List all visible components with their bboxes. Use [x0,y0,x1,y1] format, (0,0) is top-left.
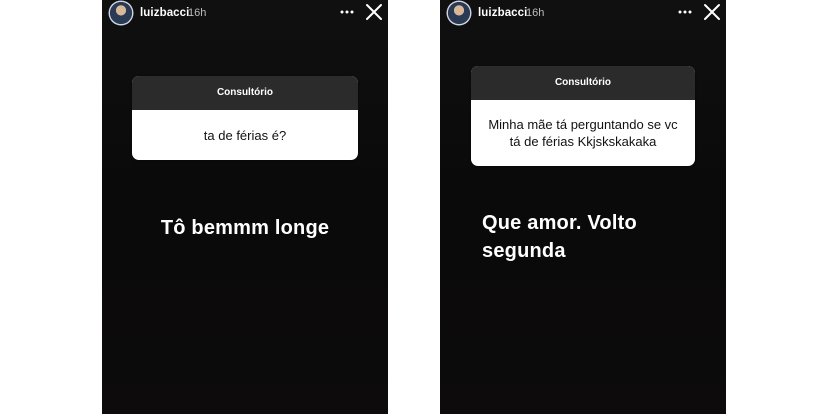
story-time: 16h [188,7,207,19]
story-header: luizbacci 16h [440,0,726,28]
answer-text: Que amor. Volto segunda [482,212,637,262]
question-sticker: Consultório ta de férias é? [132,76,358,160]
avatar[interactable] [448,2,470,24]
question-text: Minha mãe tá perguntando se vc tá de fér… [488,117,678,149]
question-title: Consultório [132,76,358,110]
username[interactable]: luizbacci [478,7,527,19]
close-icon[interactable] [703,3,721,21]
question-title: Consultório [471,66,695,100]
avatar[interactable] [110,2,132,24]
username[interactable]: luizbacci [140,7,189,19]
close-icon[interactable] [365,3,383,21]
story-header: luizbacci 16h [102,0,388,28]
question-sticker: Consultório Minha mãe tá perguntando se … [471,66,695,166]
more-icon[interactable] [340,10,354,14]
story-time: 16h [526,7,545,19]
answer-text: Tô bemmm longe [160,217,330,239]
story-panel-right: luizbacci 16h Consultório Minha mãe tá p… [440,0,726,414]
question-text: ta de férias é? [203,127,287,143]
more-icon[interactable] [678,10,692,14]
story-panel-left: luizbacci 16h Consultório ta de férias é… [102,0,388,414]
